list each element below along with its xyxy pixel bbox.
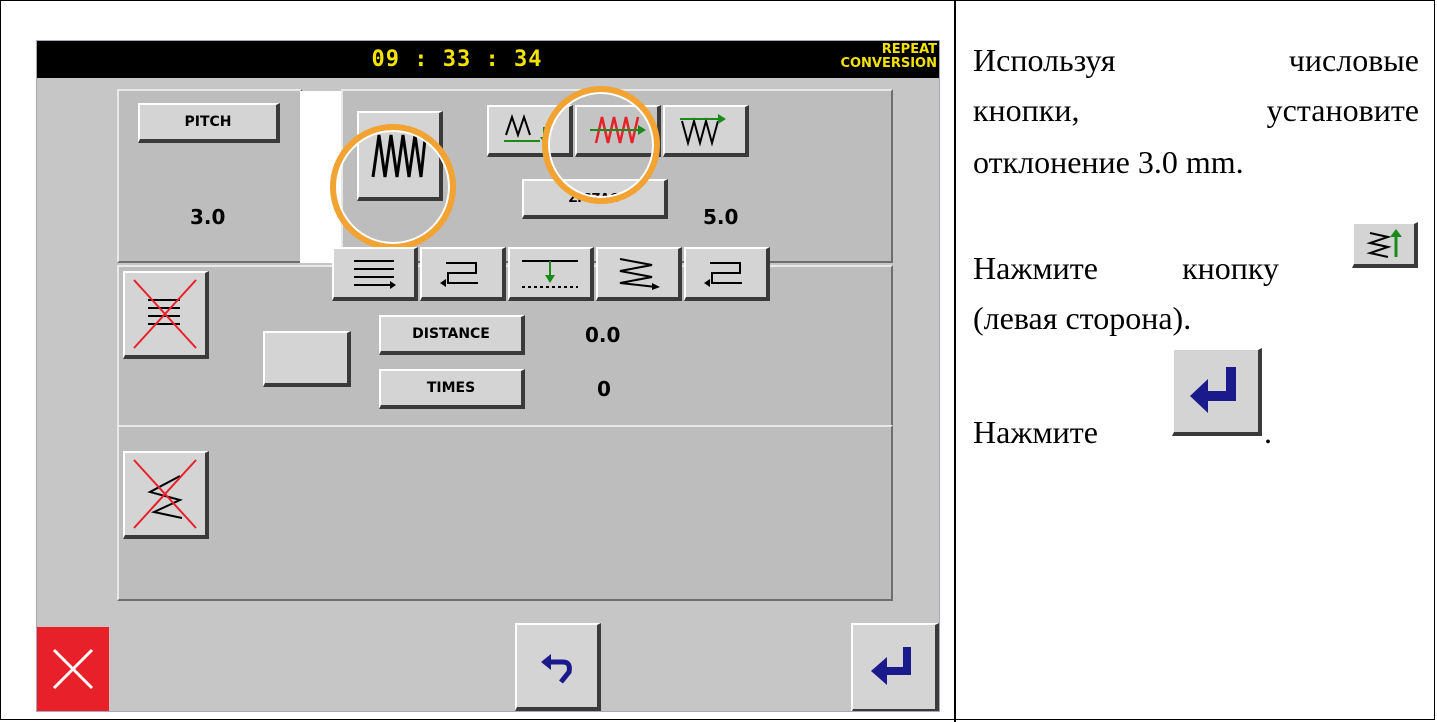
machine-screen: 09 : 33 : 34 REPEAT CONVERSION PITCH 3.0: [36, 40, 940, 712]
mode-label: REPEAT CONVERSION: [840, 43, 937, 71]
instruction-line-1: Используя числовые: [973, 42, 1419, 78]
distance-button[interactable]: DISTANCE: [379, 315, 525, 355]
mode-line-1: REPEAT: [881, 42, 937, 57]
times-button[interactable]: TIMES: [379, 369, 525, 409]
zigzag-right-button[interactable]: [663, 105, 749, 157]
instruction-left-side: (левая сторона).: [973, 300, 1192, 336]
left-side-repeat-icon: [1366, 229, 1402, 258]
cancel-button[interactable]: [37, 627, 109, 711]
instruction-line-2: кнопки, установите: [973, 92, 1419, 128]
repeat-disabled-icon: [133, 279, 197, 349]
instruction-press-line: Нажмите кнопку: [973, 250, 1279, 286]
down-offset-icon: [522, 260, 578, 288]
undo-button[interactable]: [515, 623, 601, 711]
table-divider: [954, 0, 956, 722]
repeat-pattern-2-button[interactable]: [420, 247, 506, 301]
instruction-period: .: [1264, 414, 1272, 450]
repeat-blank-button[interactable]: [263, 331, 351, 387]
distance-value: 0.0: [585, 323, 621, 347]
instruction-line-3: отклонение 3.0 mm.: [973, 144, 1244, 180]
condensed-panel: [117, 425, 893, 601]
mode-line-2: CONVERSION: [840, 56, 937, 71]
clock: 09 : 33 : 34: [371, 47, 543, 72]
enter-return-icon: [1190, 367, 1236, 413]
back-forth-alt-icon: [704, 262, 742, 287]
multi-line-repeat-icon: [354, 260, 396, 289]
zigzag-right-icon: [680, 114, 726, 147]
repeat-pattern-3-button[interactable]: [508, 247, 594, 301]
undo-arrow-icon: [541, 654, 572, 684]
enter-return-icon: [871, 647, 911, 685]
highlight-circle-center: [542, 86, 660, 204]
title-bar: 09 : 33 : 34 REPEAT CONVERSION: [37, 41, 939, 78]
inline-enter-button: [1172, 348, 1262, 436]
repeat-pattern-5-button[interactable]: [684, 247, 770, 301]
back-forth-icon: [440, 262, 478, 287]
times-value: 0: [597, 377, 611, 401]
pitch-button[interactable]: PITCH: [138, 103, 280, 143]
repeat-pattern-1-button[interactable]: [332, 247, 418, 301]
repeat-pattern-4-button[interactable]: [596, 247, 682, 301]
zigzag-value: 5.0: [703, 205, 739, 229]
zigzag-repeat-icon: [619, 258, 660, 290]
repeat-disable-button[interactable]: [123, 271, 209, 359]
condense-disable-button[interactable]: [123, 451, 209, 539]
pitch-value: 3.0: [190, 205, 226, 229]
enter-button[interactable]: [851, 623, 939, 711]
condense-disabled-icon: [133, 459, 197, 529]
instruction-press-enter: Нажмите: [973, 414, 1098, 450]
inline-repeat-left-button: [1352, 222, 1418, 268]
close-icon: [52, 648, 94, 690]
highlight-circle-zigzag: [330, 124, 456, 250]
